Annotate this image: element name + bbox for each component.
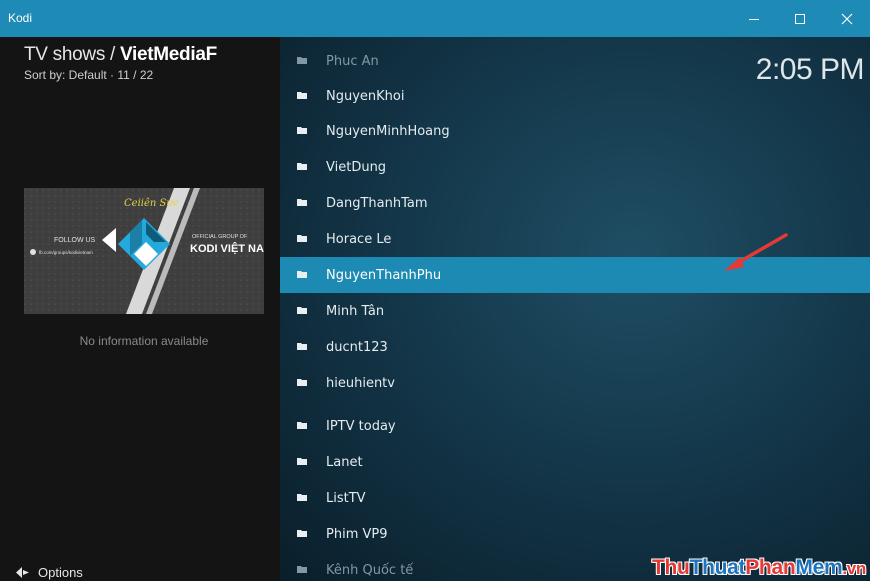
breadcrumb: TV shows / VietMediaF: [24, 44, 217, 66]
list-item[interactable]: Phim VP9: [280, 516, 870, 552]
list-item[interactable]: IPTV today: [280, 408, 870, 444]
list-item-label: ducnt123: [326, 339, 388, 355]
options-button[interactable]: Options: [16, 562, 83, 581]
folder-icon: [297, 307, 307, 314]
list-item-label: NguyenKhoi: [326, 88, 405, 104]
list-item[interactable]: ducnt123: [280, 329, 870, 365]
maximize-icon: [795, 13, 805, 24]
window-title: Kodi: [8, 11, 33, 25]
annotation-arrow: [724, 233, 788, 271]
minimize-icon: [749, 18, 759, 20]
folder-icon: [297, 235, 307, 242]
list-item[interactable]: Lanet: [280, 444, 870, 480]
folder-icon: [297, 92, 307, 99]
sort-info: Sort by: Default · 11 / 22: [24, 68, 154, 82]
list-item[interactable]: NguyenMinhHoang: [280, 113, 870, 149]
media-list-panel: 2:05 PM Phuc An NguyenKhoi NguyenMinhHoang…: [280, 37, 870, 581]
banner-follow-text: FOLLOW US: [54, 237, 96, 244]
info-panel: TV shows / VietMediaF Sort by: Default ·…: [0, 37, 280, 581]
window-titlebar: Kodi: [0, 0, 870, 37]
folder-icon: [297, 57, 307, 64]
minimize-button[interactable]: [731, 0, 777, 37]
list-item-label: DangThanhTam: [326, 195, 428, 211]
list-item-label: Phuc An: [326, 53, 379, 69]
maximize-button[interactable]: [777, 0, 823, 37]
breadcrumb-section: TV shows /: [24, 44, 120, 65]
no-info-text: No information available: [79, 334, 209, 348]
options-icon: [16, 566, 29, 578]
breadcrumb-current: VietMediaF: [119, 44, 217, 65]
folder-icon: [297, 458, 307, 465]
close-icon: [841, 13, 853, 24]
list-item[interactable]: DangThanhTam: [280, 185, 870, 221]
folder-icon: [297, 163, 307, 170]
banner-url-text: fb.com/groups/kodivietnam: [39, 250, 93, 255]
folder-icon: [297, 530, 307, 537]
list-item-label: Phim VP9: [326, 526, 388, 542]
list-item-label: Lanet: [326, 454, 363, 470]
fanart-banner: Ceiiên Sưe FOLLOW US fb.com/groups/kodiv…: [24, 188, 264, 314]
list-item[interactable]: hieuhientv: [280, 365, 870, 401]
list-item-label: Minh Tân: [326, 303, 385, 319]
list-item-label: VietDung: [326, 159, 387, 175]
folder-icon: [297, 199, 307, 206]
list-item-label: Kênh Quốc tế: [326, 562, 414, 578]
list-item-label: NguyenThanhPhu: [326, 267, 442, 283]
list-item[interactable]: Phuc An: [280, 43, 870, 79]
list-item-label: ListTV: [326, 490, 366, 506]
folder-icon: [297, 343, 307, 350]
list-item[interactable]: ListTV: [280, 480, 870, 516]
watermark: ThuThuatPhanMem.vn: [651, 556, 866, 579]
folder-icon: [297, 566, 307, 573]
list-item[interactable]: NguyenKhoi: [280, 78, 870, 114]
folder-icon: [297, 379, 307, 386]
list-item-label: Horace Le: [326, 231, 392, 247]
banner-official-text: OFFICIAL GROUP OF: [192, 234, 248, 240]
folder-icon: [297, 271, 307, 278]
list-item-label: IPTV today: [326, 418, 396, 434]
folder-icon: [297, 494, 307, 501]
folder-icon: [297, 127, 307, 134]
list-item[interactable]: VietDung: [280, 149, 870, 185]
folder-icon: [297, 422, 307, 429]
banner-script-title: Ceiiên Sưe: [124, 198, 179, 209]
banner-brand-text: KODI VIỆT NAM: [190, 242, 264, 255]
close-button[interactable]: [824, 0, 870, 37]
options-label: Options: [38, 564, 83, 580]
kodi-client-area: TV shows / VietMediaF Sort by: Default ·…: [0, 37, 870, 581]
list-item-label: hieuhientv: [326, 375, 395, 391]
list-item-label: NguyenMinhHoang: [326, 123, 450, 139]
list-item[interactable]: Minh Tân: [280, 293, 870, 329]
